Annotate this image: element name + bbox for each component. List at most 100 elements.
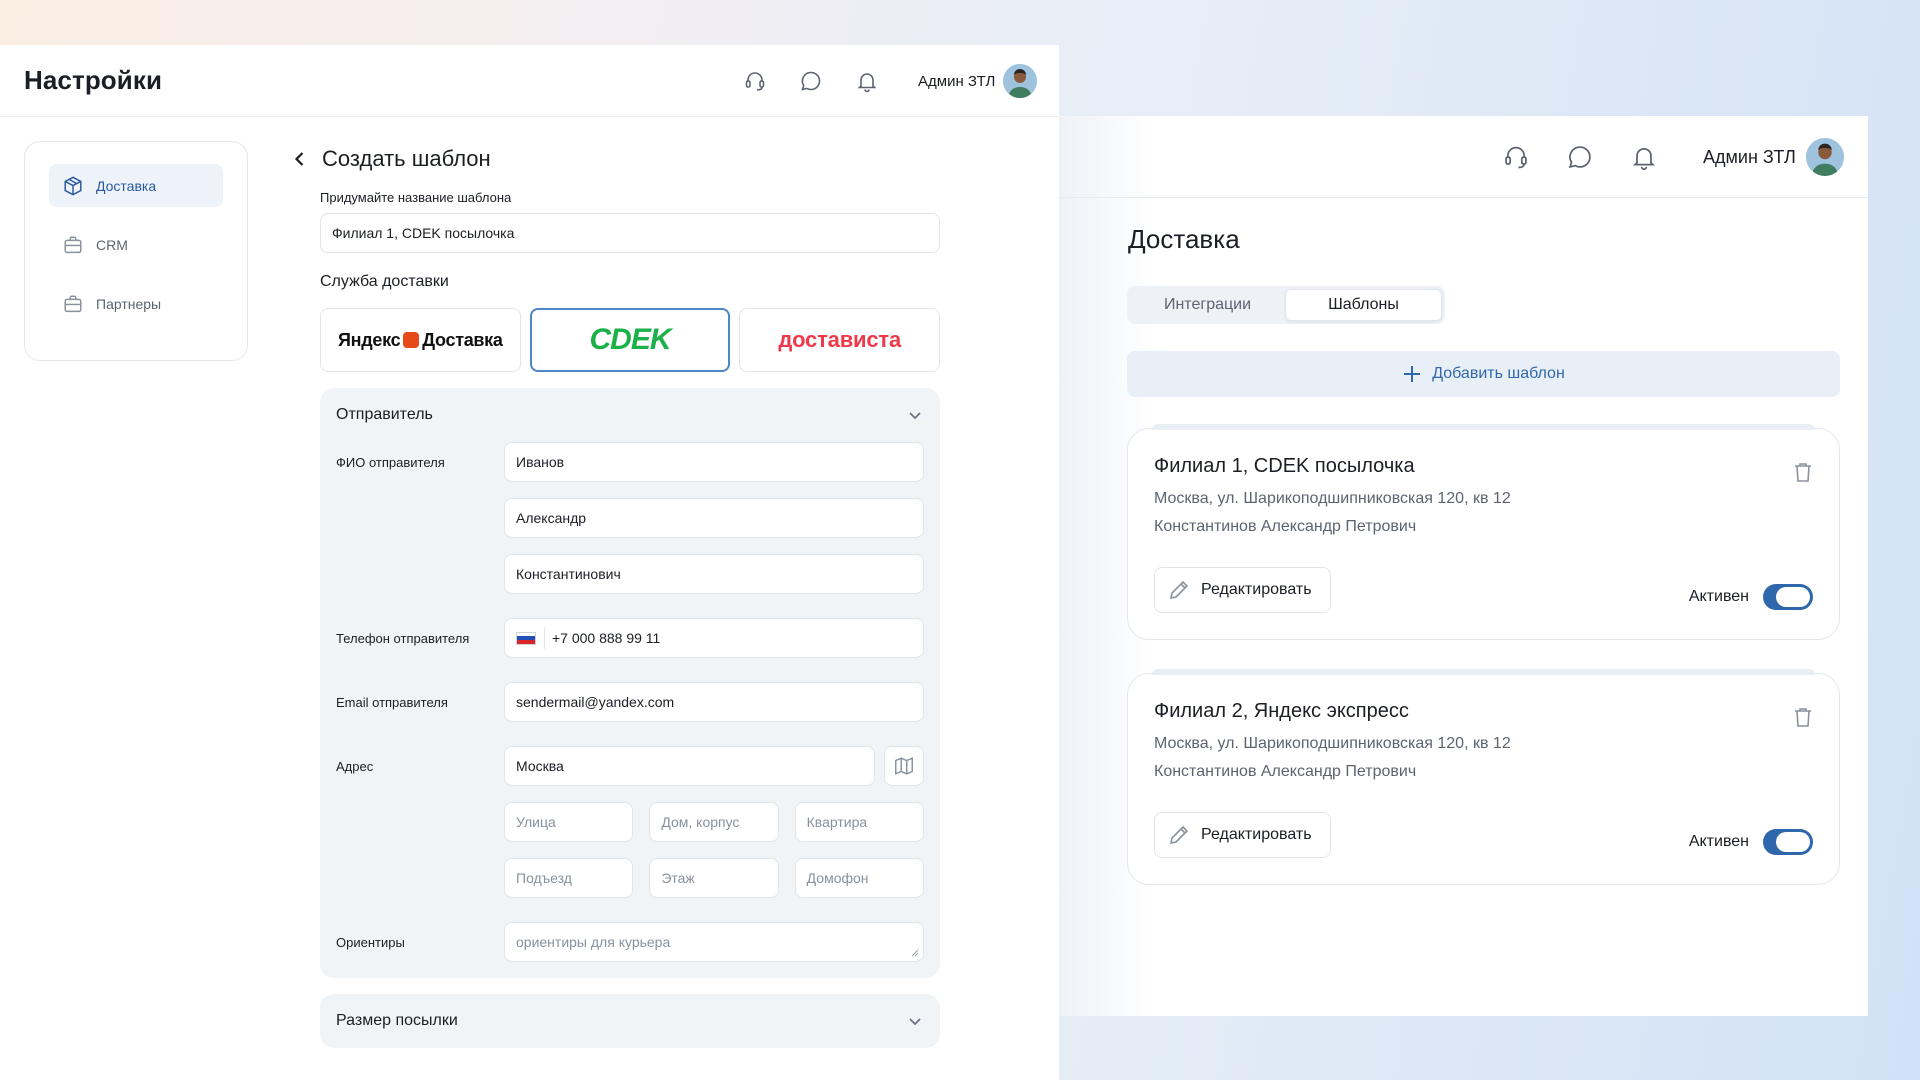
house-input[interactable]: Дом, корпус: [649, 802, 779, 842]
address-label: Адрес: [336, 759, 374, 774]
sidebar-item-delivery[interactable]: Доставка: [49, 164, 223, 207]
tab-integrations[interactable]: Интеграции: [1130, 289, 1285, 321]
package-size-header[interactable]: Размер посылки: [336, 994, 924, 1048]
chat-icon[interactable]: [798, 68, 824, 94]
user-name: Админ ЗТЛ: [1703, 146, 1796, 167]
template-person: Константинов Александр Петрович: [1154, 763, 1417, 780]
yandex-delivery-logo: Яндекс Доставка: [338, 330, 503, 351]
template-title: Филиал 2, Яндекс экспресс: [1154, 700, 1409, 722]
bell-icon[interactable]: [1629, 142, 1659, 172]
settings-header: Настройки Админ ЗТЛ: [0, 45, 1059, 117]
trash-icon[interactable]: [1793, 706, 1813, 728]
landmarks-row: Ориентиры ориентиры для курьера: [336, 922, 924, 962]
active-toggle[interactable]: [1763, 829, 1813, 855]
email-row: Email отправителя sendermail@yandex.com: [336, 682, 924, 722]
template-title: Филиал 1, CDEK посылочка: [1154, 455, 1415, 477]
address-row: Адрес Москва Улица Дом, корпус Квартира: [336, 746, 924, 898]
phone-value: +7 000 888 99 11: [552, 630, 661, 646]
middle-name-input[interactable]: Константинович: [504, 554, 924, 594]
street-input[interactable]: Улица: [504, 802, 634, 842]
yandex-logo-text: Яндекс: [338, 329, 401, 350]
carrier-dostavista[interactable]: достависта: [739, 308, 941, 372]
sidebar-item-partners[interactable]: Партнеры: [49, 282, 223, 325]
avatar: [1805, 138, 1844, 176]
header-actions: [742, 68, 880, 94]
city-input[interactable]: Москва: [504, 746, 875, 786]
tabs: Интеграции Шаблоны: [1127, 286, 1445, 324]
settings-panel: Настройки Админ ЗТЛ Доставка CRM Партнер…: [0, 45, 1059, 1080]
package-size-section: Размер посылки: [320, 994, 940, 1048]
phone-input[interactable]: +7 000 888 99 11: [504, 618, 924, 658]
carrier-yandex[interactable]: Яндекс Доставка: [320, 308, 521, 372]
entrance-input[interactable]: Подъезд: [504, 858, 634, 898]
fio-label: ФИО отправителя: [336, 455, 445, 470]
package-size-title: Размер посылки: [336, 1012, 458, 1029]
carrier-cdek[interactable]: CDEK: [529, 308, 731, 372]
intercom-input[interactable]: Домофон: [794, 858, 924, 898]
fio-row: ФИО отправителя Иванов Александр Констан…: [336, 442, 924, 594]
landmarks-label: Ориентиры: [336, 935, 405, 950]
page-title: Доставка: [1128, 224, 1240, 254]
phone-row: Телефон отправителя +7 000 888 99 11: [336, 618, 924, 658]
trash-icon[interactable]: [1793, 461, 1813, 483]
template-name-label: Придумайте название шаблона: [320, 190, 512, 205]
map-button[interactable]: [884, 746, 924, 786]
carrier-options: Яндекс Доставка CDEK достависта: [320, 308, 941, 372]
tab-templates[interactable]: Шаблоны: [1285, 289, 1442, 321]
floor-input[interactable]: Этаж: [649, 858, 779, 898]
plus-icon: [1404, 366, 1421, 382]
active-toggle[interactable]: [1763, 584, 1813, 610]
toggle-knob: [1776, 832, 1810, 852]
add-template-label: Добавить шаблон: [1432, 365, 1565, 382]
phone-label: Телефон отправителя: [336, 631, 470, 646]
settings-sidebar: Доставка CRM Партнеры: [24, 141, 248, 361]
template-person: Константинов Александр Петрович: [1154, 518, 1417, 535]
user-menu[interactable]: Админ ЗТЛ: [918, 64, 1038, 98]
chat-icon[interactable]: [1565, 142, 1595, 172]
avatar: [1003, 64, 1038, 98]
sender-section-header[interactable]: Отправитель: [336, 388, 924, 442]
add-template-button[interactable]: Добавить шаблон: [1127, 351, 1840, 397]
box-icon: [64, 175, 82, 196]
user-menu[interactable]: Админ ЗТЛ: [1703, 138, 1844, 176]
bell-icon[interactable]: [854, 68, 880, 94]
yandex-box-icon: [403, 332, 420, 348]
edit-label: Редактировать: [1201, 581, 1312, 598]
edit-template-button[interactable]: Редактировать: [1154, 567, 1331, 613]
sidebar-item-label: CRM: [96, 236, 128, 253]
last-name-input[interactable]: Иванов: [504, 442, 924, 482]
russia-flag-icon[interactable]: [516, 631, 536, 645]
email-input[interactable]: sendermail@yandex.com: [504, 682, 924, 722]
cdek-logo: CDEK: [589, 323, 672, 356]
form-body: Придумайте название шаблона Филиал 1, CD…: [320, 190, 941, 1048]
sender-section-title: Отправитель: [336, 406, 433, 423]
form-header: Создать шаблон: [290, 146, 940, 171]
dostavista-logo: достависта: [778, 327, 901, 352]
briefcase-icon: [64, 235, 82, 253]
apartment-input[interactable]: Квартира: [794, 802, 924, 842]
template-address: Москва, ул. Шарикоподшипниковская 120, к…: [1154, 490, 1511, 507]
edit-template-button[interactable]: Редактировать: [1154, 812, 1331, 858]
template-name-input[interactable]: Филиал 1, CDEK посылочка: [320, 213, 940, 253]
sidebar-item-crm[interactable]: CRM: [49, 223, 223, 266]
back-arrow-icon[interactable]: [290, 149, 310, 169]
pencil-icon: [1169, 825, 1189, 845]
landmarks-placeholder: ориентиры для курьера: [516, 934, 671, 950]
templates-header: Админ ЗТЛ: [1059, 116, 1868, 198]
pencil-icon: [1169, 580, 1189, 600]
sender-section: Отправитель ФИО отправителя Иванов Алекс…: [320, 388, 940, 978]
email-label: Email отправителя: [336, 695, 448, 710]
chevron-down-icon[interactable]: [906, 406, 924, 424]
support-headset-icon[interactable]: [742, 68, 768, 94]
support-headset-icon[interactable]: [1501, 142, 1531, 172]
first-name-input[interactable]: Александр: [504, 498, 924, 538]
resize-handle-icon[interactable]: [911, 949, 919, 957]
form-title: Создать шаблон: [322, 146, 491, 171]
briefcase-icon: [64, 294, 82, 312]
chevron-down-icon[interactable]: [906, 1012, 924, 1030]
status-control: Активен: [1689, 829, 1813, 855]
sidebar-item-label: Доставка: [96, 177, 157, 194]
landmarks-textarea[interactable]: ориентиры для курьера: [504, 922, 924, 962]
status-label: Активен: [1688, 833, 1749, 850]
template-address: Москва, ул. Шарикоподшипниковская 120, к…: [1154, 735, 1511, 752]
